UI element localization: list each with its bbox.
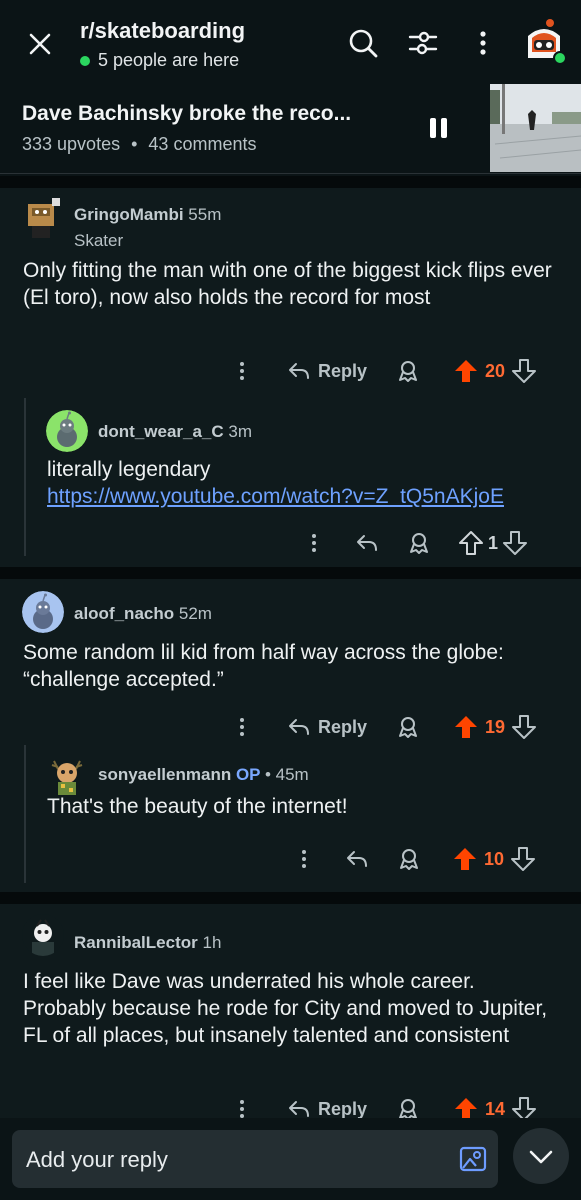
- comment-text: literally legendary https://www.youtube.…: [47, 456, 567, 510]
- vote-count: 14: [485, 1098, 506, 1119]
- upvote-icon[interactable]: [458, 530, 484, 556]
- avatar[interactable]: [46, 410, 88, 452]
- op-badge: OP: [235, 765, 261, 784]
- more-vertical-icon[interactable]: [302, 531, 326, 555]
- subreddit-name[interactable]: r/skateboarding: [80, 18, 245, 44]
- comment-username[interactable]: dont_wear_a_C 3m: [98, 422, 252, 442]
- close-icon[interactable]: [22, 26, 58, 62]
- more-vertical-icon[interactable]: [230, 359, 254, 383]
- reply-button[interactable]: Reply: [286, 714, 367, 740]
- divider: [0, 892, 581, 904]
- reply-arrow-icon: [289, 363, 309, 379]
- pause-icon[interactable]: [430, 118, 448, 138]
- downvote-icon[interactable]: [510, 846, 536, 872]
- comment-time: 45m: [275, 765, 309, 784]
- upvote-icon[interactable]: [453, 358, 479, 384]
- comment-text: I feel like Dave was underrated his whol…: [23, 970, 548, 1047]
- online-status: 5 people are here: [80, 50, 239, 71]
- comment-time: 3m: [228, 422, 253, 441]
- divider: [0, 567, 581, 579]
- nested-reply: dont_wear_a_C 3m literally legendary htt…: [24, 398, 581, 556]
- comment-actions: Reply 20: [230, 354, 537, 388]
- downvote-icon[interactable]: [511, 714, 537, 740]
- chevron-down-icon: [529, 1150, 553, 1164]
- downvote-icon[interactable]: [502, 530, 528, 556]
- comment-thread: RannibalLector 1h I feel like Dave was u…: [0, 904, 581, 1121]
- comment-text: Only fitting the man with one of the big…: [23, 259, 552, 309]
- comment-time: 1h: [202, 933, 222, 952]
- upvote-icon[interactable]: [453, 714, 479, 740]
- meta-separator: •: [131, 134, 138, 154]
- comment-username[interactable]: aloof_nacho 52m: [74, 604, 212, 624]
- comment-actions: 1: [302, 526, 528, 560]
- user-avatar[interactable]: [520, 18, 568, 66]
- comment-count: 43 comments: [148, 134, 257, 154]
- filter-icon[interactable]: [406, 26, 440, 60]
- user-flair: Skater: [74, 231, 124, 250]
- avatar[interactable]: [46, 755, 88, 797]
- upvote-count: 333 upvotes: [22, 134, 121, 154]
- vote-count: 20: [485, 360, 506, 381]
- comment-actions: 10: [292, 842, 536, 876]
- nested-reply: sonyaellenmann OP • 45m That's the beaut…: [24, 745, 581, 883]
- reply-arrow-icon[interactable]: [344, 846, 370, 872]
- comment-text: Some random lil kid from half way across…: [23, 641, 504, 691]
- image-icon[interactable]: [458, 1144, 488, 1174]
- comment-thread: GringoMambi 55m Skater Only fitting the …: [0, 188, 581, 567]
- post-meta: 333 upvotes • 43 comments: [22, 134, 256, 155]
- more-vertical-icon[interactable]: [230, 715, 254, 739]
- reply-button[interactable]: Reply: [286, 358, 367, 384]
- post-title[interactable]: Dave Bachinsky broke the reco...: [22, 102, 372, 126]
- online-dot-icon: [80, 55, 90, 66]
- comment-time: 52m: [178, 604, 212, 623]
- upvote-icon[interactable]: [452, 846, 478, 872]
- comment-username[interactable]: sonyaellenmann OP • 45m: [98, 765, 309, 785]
- avatar[interactable]: [22, 914, 64, 956]
- award-icon[interactable]: [396, 846, 422, 872]
- comment-actions: Reply 19: [230, 710, 537, 744]
- comment-text: That's the beauty of the internet!: [47, 795, 348, 818]
- reply-arrow-icon[interactable]: [354, 530, 380, 556]
- youtube-link[interactable]: https://www.youtube.com/watch?v=Z_tQ5nAK…: [47, 483, 567, 510]
- video-thumbnail[interactable]: [490, 84, 581, 172]
- top-bar: r/skateboarding 5 people are here: [0, 0, 581, 88]
- more-vertical-icon[interactable]: [292, 847, 316, 871]
- reply-arrow-icon: [289, 719, 309, 735]
- collapse-button[interactable]: [513, 1128, 569, 1184]
- reply-input[interactable]: Add your reply: [12, 1130, 498, 1188]
- avatar[interactable]: [22, 591, 64, 633]
- comment-time: 55m: [188, 205, 222, 224]
- award-icon[interactable]: [395, 358, 421, 384]
- search-icon[interactable]: [346, 26, 380, 60]
- vote-count: 1: [488, 532, 499, 553]
- reply-composer: Add your reply: [0, 1118, 581, 1200]
- comment-username[interactable]: GringoMambi 55m: [74, 205, 221, 225]
- award-icon[interactable]: [395, 714, 421, 740]
- downvote-icon[interactable]: [511, 358, 537, 384]
- award-icon[interactable]: [406, 530, 432, 556]
- vote-count: 10: [484, 848, 505, 869]
- online-count: 5 people are here: [98, 50, 240, 70]
- avatar[interactable]: [22, 196, 64, 238]
- comment-thread: aloof_nacho 52m Some random lil kid from…: [0, 579, 581, 892]
- comment-username[interactable]: RannibalLector 1h: [74, 933, 221, 953]
- more-vertical-icon[interactable]: [466, 26, 500, 60]
- divider: [0, 176, 581, 188]
- vote-count: 19: [485, 716, 506, 737]
